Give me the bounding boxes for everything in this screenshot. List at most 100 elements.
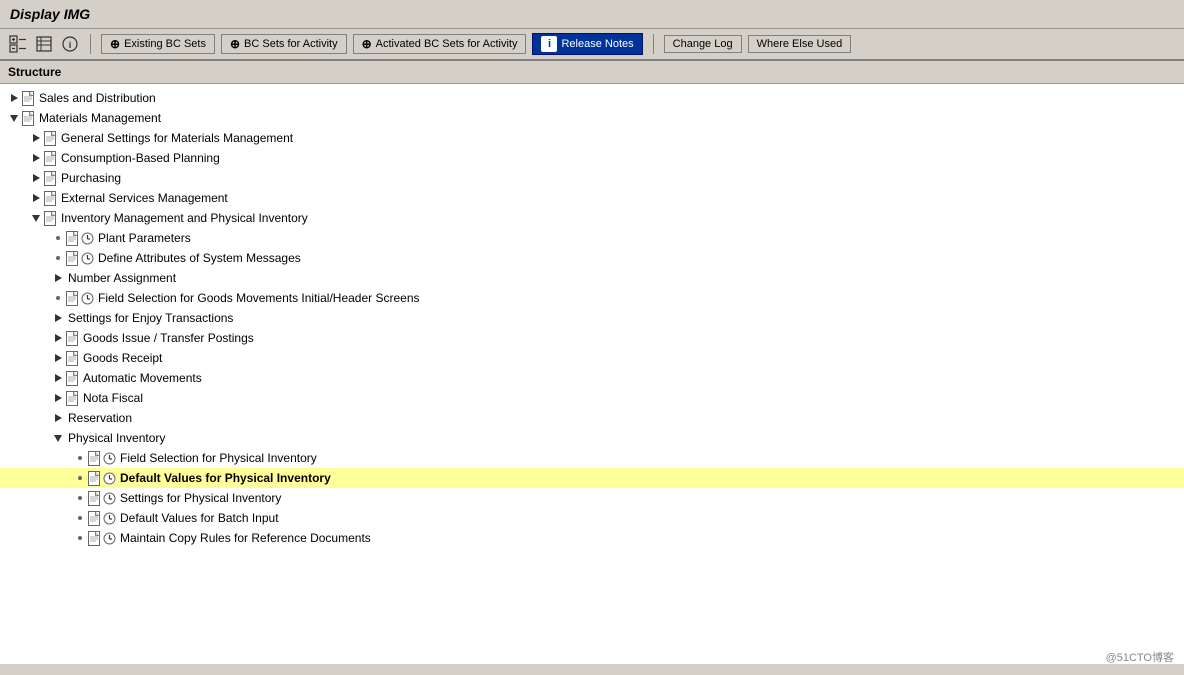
tree-label-consumption: Consumption-Based Planning [61, 149, 220, 167]
tree-label-plant-params: Plant Parameters [98, 229, 191, 247]
bc-sets-icon[interactable] [34, 34, 54, 54]
tree-item-sales-dist[interactable]: Sales and Distribution [0, 88, 1184, 108]
tree-label-goods-receipt: Goods Receipt [83, 349, 162, 367]
expand-icon-reservation[interactable] [52, 412, 64, 424]
tree-item-ext-services[interactable]: External Services Management [0, 188, 1184, 208]
expand-icon-number-assign[interactable] [52, 272, 64, 284]
structure-label: Structure [0, 61, 1184, 84]
expand-icon-physical-inv[interactable] [52, 432, 64, 444]
tree-item-auto-movements[interactable]: Automatic Movements [0, 368, 1184, 388]
doc-icon-settings-phys [88, 491, 101, 506]
expand-icon-define-attrs [52, 252, 64, 264]
tree-label-ext-services: External Services Management [61, 189, 228, 207]
tree-label-gen-settings: General Settings for Materials Managemen… [61, 129, 293, 147]
expand-icon-purchasing[interactable] [30, 172, 42, 184]
activated-icon: ⊕ [362, 37, 372, 51]
doc-icon-inv-mgmt [44, 211, 57, 226]
expand-icon-field-sel-phys [74, 452, 86, 464]
tree-item-physical-inv[interactable]: Physical Inventory [0, 428, 1184, 448]
doc-icon-default-vals-batch [88, 511, 101, 526]
expand-icon-nota-fiscal[interactable] [52, 392, 64, 404]
expand-icon-mat-mgmt[interactable] [8, 112, 20, 124]
tree-label-maintain-copy: Maintain Copy Rules for Reference Docume… [120, 529, 371, 547]
tree-label-reservation: Reservation [68, 409, 132, 427]
expand-icon-goods-receipt[interactable] [52, 352, 64, 364]
clock-icon-settings-phys [103, 492, 116, 505]
tree-item-inv-mgmt[interactable]: Inventory Management and Physical Invent… [0, 208, 1184, 228]
tree-item-gen-settings[interactable]: General Settings for Materials Managemen… [0, 128, 1184, 148]
doc-icon-auto-movements [66, 371, 79, 386]
tree-item-maintain-copy[interactable]: Maintain Copy Rules for Reference Docume… [0, 528, 1184, 548]
clock-icon-field-sel-phys [103, 452, 116, 465]
tree-item-goods-issue[interactable]: Goods Issue / Transfer Postings [0, 328, 1184, 348]
doc-icon-maintain-copy [88, 531, 101, 546]
expand-icon-gen-settings[interactable] [30, 132, 42, 144]
where-else-used-button[interactable]: Where Else Used [748, 35, 852, 53]
expand-icon-inv-mgmt[interactable] [30, 212, 42, 224]
tree-label-sales-dist: Sales and Distribution [39, 89, 156, 107]
tree-label-goods-issue: Goods Issue / Transfer Postings [83, 329, 254, 347]
clock-icon-default-vals-phys [103, 472, 116, 485]
expand-icon-settings-enjoy[interactable] [52, 312, 64, 324]
tree-label-default-vals-batch: Default Values for Batch Input [120, 509, 279, 527]
tree-label-settings-phys: Settings for Physical Inventory [120, 489, 281, 507]
tree-item-number-assign[interactable]: Number Assignment [0, 268, 1184, 288]
tree-item-goods-receipt[interactable]: Goods Receipt [0, 348, 1184, 368]
tree-label-auto-movements: Automatic Movements [83, 369, 202, 387]
doc-icon-sales-dist [22, 91, 35, 106]
tree-item-consumption[interactable]: Consumption-Based Planning [0, 148, 1184, 168]
tree-label-field-sel-phys: Field Selection for Physical Inventory [120, 449, 317, 467]
info-small-icon[interactable]: i [60, 34, 80, 54]
tree-item-default-vals-batch[interactable]: Default Values for Batch Input [0, 508, 1184, 528]
expand-icon-default-vals-batch [74, 512, 86, 524]
tree-item-define-attrs[interactable]: Define Attributes of System Messages [0, 248, 1184, 268]
expand-icon-consumption[interactable] [30, 152, 42, 164]
doc-icon-field-sel-goods [66, 291, 79, 306]
clock-icon-default-vals-batch [103, 512, 116, 525]
expand-icon-plant-params [52, 232, 64, 244]
title-bar: Display IMG [0, 0, 1184, 29]
bc-sets-activity-button[interactable]: ⊕ BC Sets for Activity [221, 34, 347, 54]
clock-icon-field-sel-goods [81, 292, 94, 305]
bc-activity-icon: ⊕ [230, 37, 240, 51]
tree-item-field-sel-goods[interactable]: Field Selection for Goods Movements Init… [0, 288, 1184, 308]
tree-area: Sales and Distribution Materials Managem… [0, 84, 1184, 664]
tree-item-default-vals-phys[interactable]: Default Values for Physical Inventory [0, 468, 1184, 488]
expand-icon-goods-issue[interactable] [52, 332, 64, 344]
clock-icon-maintain-copy [103, 532, 116, 545]
bc-sets-btn-icon: ⊕ [110, 37, 120, 51]
tree-item-field-sel-phys[interactable]: Field Selection for Physical Inventory [0, 448, 1184, 468]
tree-label-number-assign: Number Assignment [68, 269, 176, 287]
tree-item-settings-phys[interactable]: Settings for Physical Inventory [0, 488, 1184, 508]
expand-icon-default-vals-phys [74, 472, 86, 484]
expand-icon-settings-phys [74, 492, 86, 504]
doc-icon-mat-mgmt [22, 111, 35, 126]
expand-icon-ext-services[interactable] [30, 192, 42, 204]
release-notes-button[interactable]: i Release Notes [532, 33, 642, 55]
clock-icon-plant-params [81, 232, 94, 245]
doc-icon-define-attrs [66, 251, 79, 266]
tree-item-purchasing[interactable]: Purchasing [0, 168, 1184, 188]
activated-bc-sets-button[interactable]: ⊕ Activated BC Sets for Activity [353, 34, 527, 54]
tree-label-define-attrs: Define Attributes of System Messages [98, 249, 301, 267]
tree-collapse-icon[interactable] [8, 34, 28, 54]
doc-icon-consumption [44, 151, 57, 166]
toolbar-sep-2 [653, 34, 654, 54]
doc-icon-goods-issue [66, 331, 79, 346]
watermark: @51CTO博客 [1106, 649, 1174, 665]
tree-label-default-vals-phys: Default Values for Physical Inventory [120, 469, 331, 487]
tree-item-mat-mgmt[interactable]: Materials Management [0, 108, 1184, 128]
change-log-button[interactable]: Change Log [664, 35, 742, 53]
tree-item-settings-enjoy[interactable]: Settings for Enjoy Transactions [0, 308, 1184, 328]
release-notes-icon: i [541, 36, 557, 52]
tree-item-reservation[interactable]: Reservation [0, 408, 1184, 428]
tree-label-purchasing: Purchasing [61, 169, 121, 187]
tree-item-plant-params[interactable]: Plant Parameters [0, 228, 1184, 248]
existing-bc-sets-button[interactable]: ⊕ Existing BC Sets [101, 34, 215, 54]
tree-item-nota-fiscal[interactable]: Nota Fiscal [0, 388, 1184, 408]
tree-label-physical-inv: Physical Inventory [68, 429, 165, 447]
expand-icon-sales-dist[interactable] [8, 92, 20, 104]
doc-icon-nota-fiscal [66, 391, 79, 406]
clock-icon-define-attrs [81, 252, 94, 265]
expand-icon-auto-movements[interactable] [52, 372, 64, 384]
